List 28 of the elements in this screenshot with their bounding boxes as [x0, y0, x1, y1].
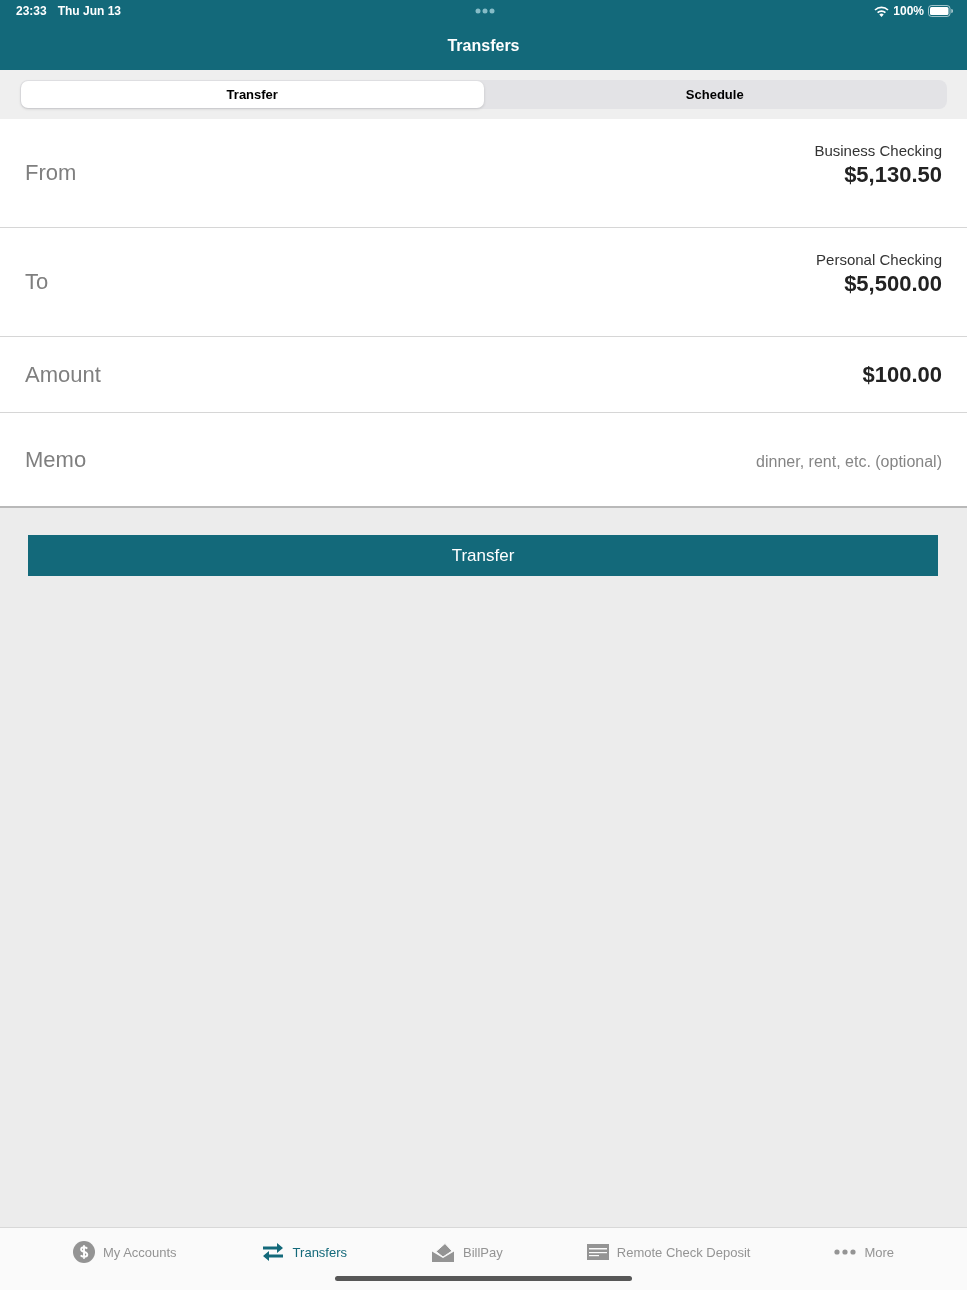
status-date: Thu Jun 13 — [57, 4, 122, 18]
segment-tab[interactable]: Transfer — [21, 81, 484, 108]
form-row[interactable]: From Business Checking $5,130.50 — [0, 119, 967, 228]
battery-icon — [928, 5, 953, 17]
wifi-icon — [874, 5, 890, 17]
tab-bar-item[interactable]: Transfers — [260, 1242, 348, 1262]
more-icon — [834, 1249, 857, 1255]
field-label: To — [25, 269, 49, 295]
swap-arrows-icon — [260, 1242, 285, 1262]
account-name: Personal Checking — [816, 250, 942, 270]
segment-tab[interactable]: Schedule — [483, 81, 946, 108]
envelope-icon — [431, 1242, 456, 1262]
amount-field[interactable]: $100.00 — [862, 361, 942, 388]
dollar-circle-icon — [72, 1241, 95, 1263]
form-row[interactable]: To Personal Checking $5,500.00 — [0, 228, 967, 337]
field-label: Amount — [25, 361, 101, 388]
account-balance: $5,500.00 — [844, 270, 942, 298]
account-balance: $5,130.50 — [844, 161, 942, 189]
transfer-button[interactable]: Transfer — [28, 535, 938, 576]
status-time: 23:33 — [16, 4, 47, 18]
battery-percent: 100% — [893, 4, 924, 18]
account-name: Business Checking — [814, 141, 942, 161]
screen-title: Transfers — [447, 37, 520, 55]
field-label: From — [25, 160, 77, 186]
memo-field[interactable]: dinner, rent, etc. (optional) — [702, 452, 942, 471]
check-card-icon — [586, 1244, 609, 1260]
dots-icon — [474, 8, 495, 14]
field-label: Memo — [25, 446, 87, 473]
